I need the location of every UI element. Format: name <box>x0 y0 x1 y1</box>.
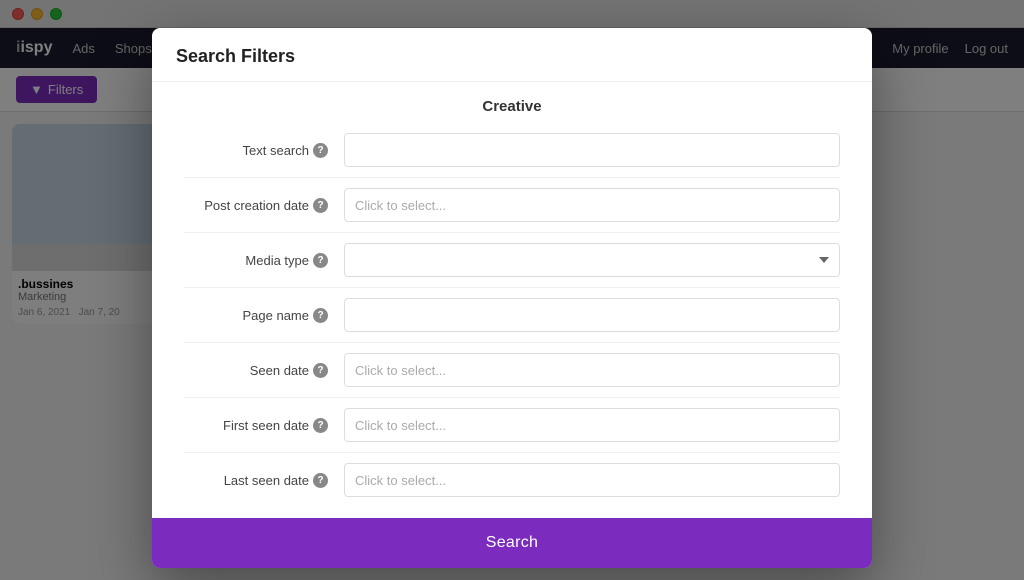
first-seen-date-row: First seen date ? <box>184 398 840 453</box>
first-seen-date-input[interactable] <box>344 408 840 442</box>
text-search-input[interactable] <box>344 133 840 167</box>
modal-header: Search Filters <box>152 28 872 82</box>
modal-body[interactable]: Creative Text search ? Post creation dat… <box>152 82 872 518</box>
page-name-label: Page name ? <box>184 308 344 323</box>
media-type-help-icon[interactable]: ? <box>313 253 328 268</box>
modal-footer: Search <box>152 518 872 568</box>
search-filters-modal: Search Filters Creative Text search ? <box>152 28 872 568</box>
last-seen-date-help-icon[interactable]: ? <box>313 473 328 488</box>
search-button[interactable]: Search <box>152 518 872 568</box>
page-name-input[interactable] <box>344 298 840 332</box>
media-type-label: Media type ? <box>184 253 344 268</box>
seen-date-label: Seen date ? <box>184 363 344 378</box>
modal-title: Search Filters <box>176 46 295 66</box>
modal-overlay: Search Filters Creative Text search ? <box>0 0 1024 580</box>
last-seen-date-input[interactable] <box>344 463 840 497</box>
post-creation-date-label: Post creation date ? <box>184 198 344 213</box>
target-audience-section-header: Target audience <box>152 507 872 518</box>
seen-date-input[interactable] <box>344 353 840 387</box>
post-creation-date-help-icon[interactable]: ? <box>313 198 328 213</box>
page-name-row: Page name ? <box>184 288 840 343</box>
first-seen-date-help-icon[interactable]: ? <box>313 418 328 433</box>
text-search-label: Text search ? <box>184 143 344 158</box>
media-type-select[interactable]: Image Video Carousel <box>344 243 840 277</box>
page-name-help-icon[interactable]: ? <box>313 308 328 323</box>
creative-section-header: Creative <box>152 82 872 123</box>
seen-date-help-icon[interactable]: ? <box>313 363 328 378</box>
last-seen-date-row: Last seen date ? <box>184 453 840 507</box>
post-creation-date-input[interactable] <box>344 188 840 222</box>
last-seen-date-label: Last seen date ? <box>184 473 344 488</box>
seen-date-row: Seen date ? <box>184 343 840 398</box>
text-search-row: Text search ? <box>184 123 840 178</box>
media-type-row: Media type ? Image Video Carousel <box>184 233 840 288</box>
creative-form-section: Text search ? Post creation date ? <box>152 123 872 507</box>
first-seen-date-label: First seen date ? <box>184 418 344 433</box>
text-search-help-icon[interactable]: ? <box>313 143 328 158</box>
post-creation-date-row: Post creation date ? <box>184 178 840 233</box>
